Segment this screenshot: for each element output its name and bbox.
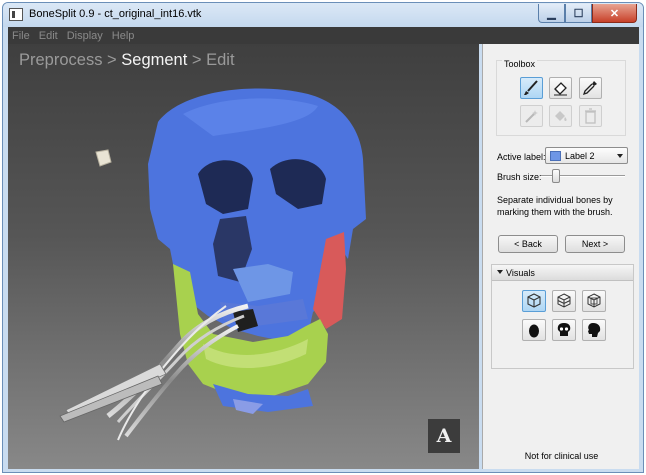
transparent-cube-icon bbox=[587, 293, 601, 308]
visuals-header[interactable]: Visuals bbox=[492, 265, 633, 281]
menu-display[interactable]: Display bbox=[67, 30, 103, 42]
visuals-title: Visuals bbox=[506, 268, 535, 278]
brush-tool-button[interactable] bbox=[520, 77, 543, 99]
head-render-button[interactable] bbox=[582, 319, 606, 341]
skull-icon bbox=[557, 323, 571, 336]
label-color-swatch bbox=[550, 151, 561, 161]
magic-wand-icon bbox=[525, 110, 538, 123]
breadcrumb-separator: > bbox=[102, 51, 122, 69]
close-button[interactable]: ✕ bbox=[592, 4, 637, 23]
head-silhouette-icon bbox=[588, 323, 601, 337]
visuals-group: Visuals bbox=[491, 264, 634, 369]
bone-fragment bbox=[95, 149, 112, 167]
wireframe-render-button[interactable] bbox=[552, 290, 576, 312]
paint-bucket-icon bbox=[555, 111, 567, 121]
skull-render-button[interactable] bbox=[552, 319, 576, 341]
menu-file[interactable]: File bbox=[12, 30, 30, 42]
solid-cube-icon bbox=[527, 293, 541, 308]
disclaimer-text: Not for clinical use bbox=[524, 451, 599, 461]
3d-viewport[interactable]: Preprocess > Segment > Edit A bbox=[8, 44, 479, 469]
orientation-marker: A bbox=[428, 419, 460, 453]
maximize-button[interactable]: ☐ bbox=[565, 4, 592, 23]
active-label-value: Label 2 bbox=[565, 151, 595, 161]
brush-size-slider-handle[interactable] bbox=[552, 169, 561, 183]
eyedropper-tool-button[interactable] bbox=[579, 77, 602, 99]
toolbox-title: Toolbox bbox=[502, 59, 538, 69]
app-window: BoneSplit 0.9 - ct_original_int16.vtk ▁ … bbox=[2, 2, 644, 473]
breadcrumb-segment[interactable]: Segment bbox=[121, 51, 187, 69]
back-button[interactable]: < Back bbox=[498, 235, 558, 253]
brush-size-caption: Brush size: bbox=[497, 172, 542, 182]
delete-tool-button[interactable] bbox=[579, 105, 602, 127]
next-button[interactable]: Next > bbox=[565, 235, 625, 253]
paint-bucket-tool-button[interactable] bbox=[549, 105, 572, 127]
menu-edit[interactable]: Edit bbox=[39, 30, 58, 42]
egg-shape-icon bbox=[529, 324, 539, 338]
transparent-render-button[interactable] bbox=[582, 290, 606, 312]
eyedropper-icon bbox=[582, 81, 597, 96]
window-title: BoneSplit 0.9 - ct_original_int16.vtk bbox=[29, 8, 202, 20]
solid-render-button[interactable] bbox=[522, 290, 546, 312]
breadcrumb-edit[interactable]: Edit bbox=[206, 51, 234, 69]
active-label-caption: Active label: bbox=[497, 152, 546, 162]
menu-bar: File Edit Display Help bbox=[8, 27, 639, 44]
menu-help[interactable]: Help bbox=[112, 30, 135, 42]
eraser-icon bbox=[554, 82, 567, 96]
eraser-tool-button[interactable] bbox=[549, 77, 572, 99]
magic-wand-tool-button[interactable] bbox=[520, 105, 543, 127]
brush-icon bbox=[524, 80, 538, 95]
app-icon bbox=[9, 8, 23, 21]
active-label-dropdown[interactable]: Label 2 bbox=[545, 147, 628, 164]
instruction-text: Separate individual bones by marking the… bbox=[497, 195, 613, 217]
title-bar[interactable]: BoneSplit 0.9 - ct_original_int16.vtk ▁ … bbox=[3, 3, 643, 27]
breadcrumb-preprocess[interactable]: Preprocess bbox=[19, 51, 102, 69]
collapse-caret-icon bbox=[497, 270, 503, 274]
chevron-down-icon bbox=[617, 154, 623, 158]
workflow-breadcrumb: Preprocess > Segment > Edit bbox=[19, 51, 235, 70]
side-panel: Toolbox Active label: Label 2 Brush size… bbox=[482, 44, 639, 469]
wireframe-cube-icon bbox=[557, 293, 571, 308]
trash-icon bbox=[585, 108, 596, 124]
minimize-button[interactable]: ▁ bbox=[538, 4, 565, 23]
shape-render-button[interactable] bbox=[522, 319, 546, 341]
breadcrumb-separator: > bbox=[187, 51, 207, 69]
skull-render[interactable] bbox=[8, 44, 479, 469]
